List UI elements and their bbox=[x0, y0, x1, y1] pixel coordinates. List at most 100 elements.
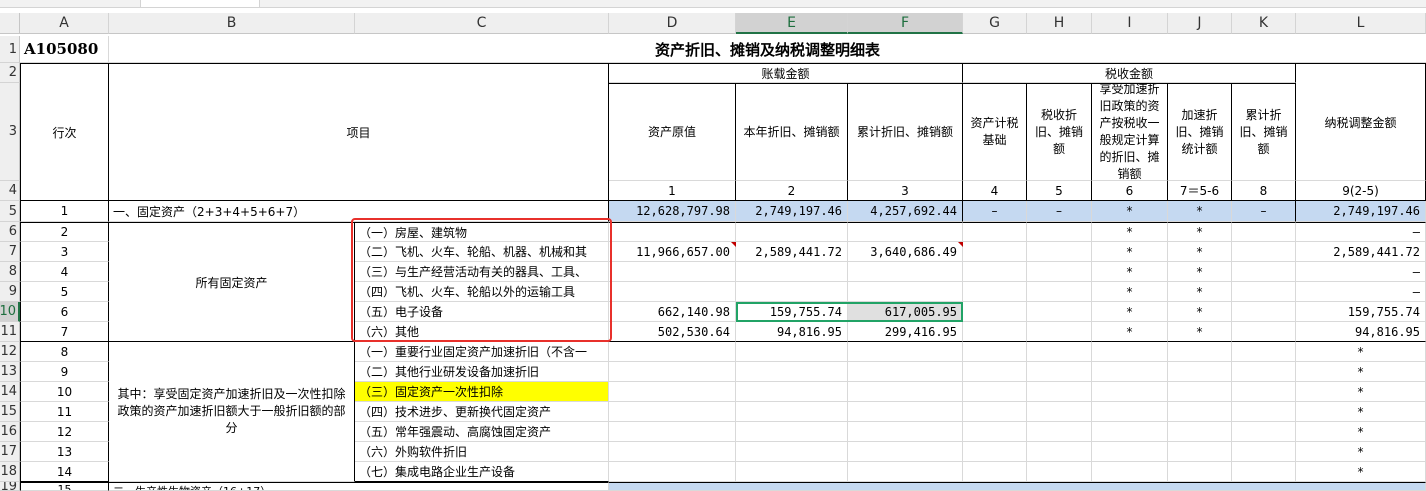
value-cell[interactable] bbox=[1168, 382, 1232, 402]
row-number-cell[interactable]: 11 bbox=[20, 402, 109, 422]
value-cell[interactable] bbox=[963, 462, 1027, 482]
row-header-10[interactable]: 10 bbox=[0, 302, 20, 322]
value-cell[interactable] bbox=[1092, 462, 1168, 482]
value-cell[interactable] bbox=[963, 382, 1027, 402]
value-cell[interactable]: – bbox=[1296, 262, 1426, 282]
row-header-4[interactable]: 4 bbox=[0, 181, 20, 201]
header-row-number[interactable]: 行次 bbox=[20, 63, 109, 201]
value-cell[interactable] bbox=[609, 262, 736, 282]
value-cell[interactable]: 12,628,797.98 bbox=[609, 201, 736, 222]
group-label-accelerated[interactable]: 其中：享受固定资产加速折旧及一次性扣除政策的资产加速折旧额大于一般折旧额的部分 bbox=[109, 342, 355, 482]
value-cell[interactable] bbox=[1092, 422, 1168, 442]
value-cell[interactable] bbox=[1027, 462, 1092, 482]
value-cell[interactable] bbox=[963, 262, 1027, 282]
value-cell[interactable]: * bbox=[1296, 402, 1426, 422]
value-cell[interactable] bbox=[1232, 262, 1296, 282]
item-cell[interactable]: （四）技术进步、更新换代固定资产 bbox=[355, 402, 609, 422]
value-cell[interactable]: * bbox=[1168, 242, 1232, 262]
column-header-l[interactable]: L bbox=[1296, 13, 1426, 34]
value-cell[interactable]: * bbox=[1168, 282, 1232, 302]
column-number[interactable]: 2 bbox=[736, 181, 848, 201]
row-header-11[interactable]: 11 bbox=[0, 322, 20, 342]
value-cell[interactable]: 94,816.95 bbox=[736, 322, 848, 342]
value-cell[interactable] bbox=[609, 462, 736, 482]
value-cell[interactable]: – bbox=[963, 201, 1027, 222]
value-cell[interactable] bbox=[1092, 442, 1168, 462]
row-header-2[interactable]: 2 bbox=[0, 63, 20, 83]
value-cell[interactable]: * bbox=[1168, 201, 1232, 222]
value-cell[interactable] bbox=[609, 362, 736, 382]
column-number[interactable]: 7＝5-6 bbox=[1168, 181, 1232, 201]
row-header-14[interactable]: 14 bbox=[0, 382, 20, 402]
row-header-16[interactable]: 16 bbox=[0, 422, 20, 442]
value-cell[interactable]: * bbox=[1296, 342, 1426, 362]
column-header-f[interactable]: F bbox=[848, 13, 963, 34]
row-header-19[interactable]: 19 bbox=[0, 482, 20, 491]
value-cell[interactable]: 94,816.95 bbox=[1296, 322, 1426, 342]
value-cell[interactable] bbox=[1092, 382, 1168, 402]
row-number-cell[interactable]: 14 bbox=[20, 462, 109, 482]
value-cell[interactable] bbox=[1168, 402, 1232, 422]
active-sheet-tab[interactable] bbox=[140, 0, 260, 8]
row-header-17[interactable]: 17 bbox=[0, 442, 20, 462]
value-cell[interactable] bbox=[1092, 402, 1168, 422]
value-cell[interactable] bbox=[1027, 382, 1092, 402]
value-cell[interactable] bbox=[736, 462, 848, 482]
value-cell[interactable]: 2,589,441.72 bbox=[1296, 242, 1426, 262]
item-cell[interactable]: （一）重要行业固定资产加速折旧（不含一 bbox=[355, 342, 609, 362]
header-annual-depreciation[interactable]: 本年折旧、摊销额 bbox=[736, 83, 848, 181]
row-header-6[interactable]: 6 bbox=[0, 222, 20, 242]
column-number[interactable]: 5 bbox=[1027, 181, 1092, 201]
value-cell[interactable] bbox=[1027, 442, 1092, 462]
row-number-cell[interactable]: 10 bbox=[20, 382, 109, 402]
row-number-cell[interactable]: 13 bbox=[20, 442, 109, 462]
column-header-b[interactable]: B bbox=[109, 13, 355, 34]
value-cell[interactable] bbox=[963, 242, 1027, 262]
value-cell[interactable] bbox=[1232, 462, 1296, 482]
header-item[interactable]: 项目 bbox=[109, 63, 609, 201]
value-cell[interactable]: 4,257,692.44 bbox=[848, 201, 963, 222]
value-cell[interactable] bbox=[1027, 322, 1092, 342]
value-row-blue[interactable] bbox=[609, 482, 1426, 491]
value-cell[interactable] bbox=[1027, 222, 1092, 242]
value-cell[interactable]: * bbox=[1092, 302, 1168, 322]
row-number-cell[interactable]: 1 bbox=[20, 201, 109, 222]
value-cell[interactable]: – bbox=[1232, 201, 1296, 222]
item-cell-highlighted[interactable]: （三）固定资产一次性扣除 bbox=[355, 382, 609, 402]
value-cell[interactable]: * bbox=[1296, 362, 1426, 382]
value-cell[interactable] bbox=[609, 382, 736, 402]
value-cell[interactable] bbox=[609, 282, 736, 302]
value-cell[interactable] bbox=[1168, 422, 1232, 442]
value-cell[interactable] bbox=[848, 262, 963, 282]
value-cell[interactable] bbox=[609, 402, 736, 422]
value-cell[interactable]: – bbox=[1296, 222, 1426, 242]
item-cell[interactable]: （六）外购软件折旧 bbox=[355, 442, 609, 462]
value-cell[interactable] bbox=[848, 222, 963, 242]
value-cell[interactable] bbox=[609, 422, 736, 442]
value-cell[interactable] bbox=[1168, 362, 1232, 382]
value-cell[interactable] bbox=[736, 402, 848, 422]
value-cell[interactable]: * bbox=[1092, 201, 1168, 222]
value-cell[interactable] bbox=[1232, 442, 1296, 462]
value-cell[interactable] bbox=[609, 342, 736, 362]
row-number-cell[interactable]: 9 bbox=[20, 362, 109, 382]
column-number[interactable]: 9(2-5) bbox=[1296, 181, 1426, 201]
row-number-cell[interactable]: 15 bbox=[20, 482, 109, 491]
value-cell[interactable] bbox=[1027, 402, 1092, 422]
column-header-i[interactable]: I bbox=[1092, 13, 1168, 34]
column-header-e[interactable]: E bbox=[736, 13, 848, 34]
value-cell[interactable] bbox=[1232, 242, 1296, 262]
value-cell[interactable]: 299,416.95 bbox=[848, 322, 963, 342]
value-cell[interactable]: – bbox=[1296, 282, 1426, 302]
header-tax-basis[interactable]: 资产计税基础 bbox=[963, 83, 1027, 181]
value-cell[interactable]: * bbox=[1092, 262, 1168, 282]
value-cell[interactable] bbox=[848, 282, 963, 302]
value-cell[interactable] bbox=[963, 402, 1027, 422]
value-cell[interactable] bbox=[963, 442, 1027, 462]
row-header-1[interactable]: 1 bbox=[0, 36, 20, 63]
column-header-d[interactable]: D bbox=[609, 13, 736, 34]
value-cell[interactable]: * bbox=[1168, 302, 1232, 322]
value-cell[interactable]: * bbox=[1168, 262, 1232, 282]
header-asset-original-value[interactable]: 资产原值 bbox=[609, 83, 736, 181]
value-cell[interactable] bbox=[736, 222, 848, 242]
